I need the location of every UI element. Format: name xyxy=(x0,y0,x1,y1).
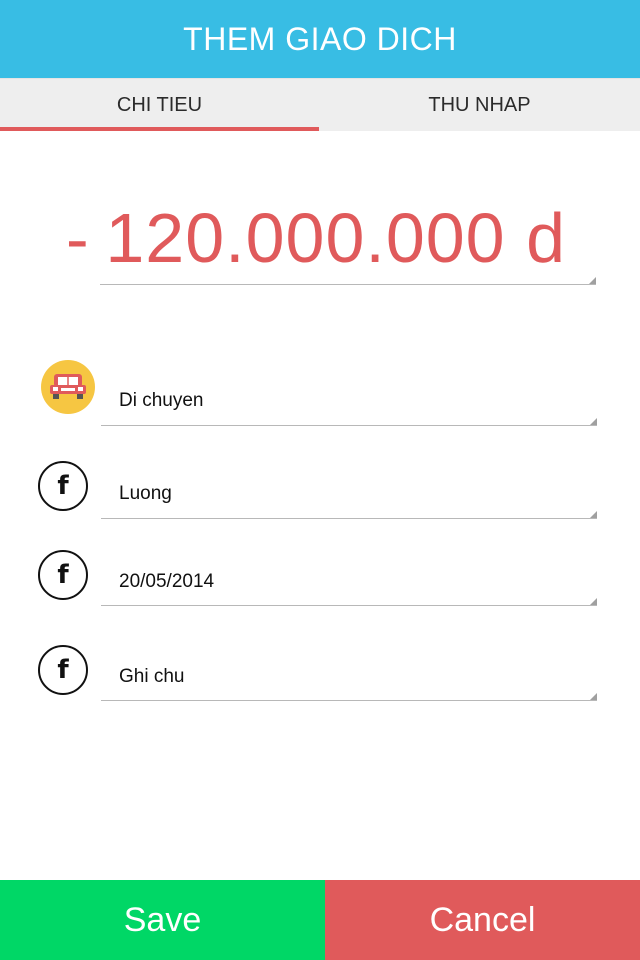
action-bar: Save Cancel xyxy=(0,880,640,960)
date-value: 20/05/2014 xyxy=(119,571,215,592)
field-corner-icon xyxy=(590,511,597,518)
tab-chi-tieu[interactable]: CHI TIEU xyxy=(0,79,319,131)
car-icon[interactable] xyxy=(41,360,95,414)
source-value: Luong xyxy=(119,483,172,504)
category-value: Di chuyen xyxy=(119,390,204,411)
active-tab-indicator xyxy=(0,127,319,131)
field-corner-icon xyxy=(590,598,597,605)
field-underline xyxy=(101,691,597,701)
field-underline xyxy=(101,416,597,426)
note-row: f Ghi chu xyxy=(38,645,598,705)
tab-label: CHI TIEU xyxy=(116,93,203,116)
note-field[interactable]: Ghi chu xyxy=(101,645,597,701)
category-field[interactable]: Di chuyen xyxy=(101,368,597,426)
amount-row: - 120.000.000 d xyxy=(60,190,600,290)
field-corner-icon xyxy=(590,693,597,700)
field-corner-icon xyxy=(589,277,596,284)
amount-underline xyxy=(100,275,596,285)
amount-sign: - xyxy=(66,201,89,277)
facebook-icon[interactable]: f xyxy=(38,550,88,600)
date-row: f 20/05/2014 xyxy=(38,550,598,610)
page-title: THEM GIAO DICH xyxy=(183,20,457,57)
cancel-button[interactable]: Cancel xyxy=(325,880,640,960)
amount-value: 120.000.000 d xyxy=(105,198,566,277)
tab-label: THU NHAP xyxy=(428,93,531,116)
facebook-icon[interactable]: f xyxy=(38,461,88,511)
tab-thu-nhap[interactable]: THU NHAP xyxy=(319,79,640,131)
facebook-icon[interactable]: f xyxy=(38,645,88,695)
amount-input[interactable]: 120.000.000 d xyxy=(100,190,596,285)
field-corner-icon xyxy=(590,418,597,425)
field-underline xyxy=(101,596,597,606)
save-button[interactable]: Save xyxy=(0,880,325,960)
date-field[interactable]: 20/05/2014 xyxy=(101,550,597,606)
note-value: Ghi chu xyxy=(119,666,185,687)
field-underline xyxy=(101,509,597,519)
source-field[interactable]: Luong xyxy=(101,461,597,519)
app-header: THEM GIAO DICH xyxy=(0,0,640,78)
tab-bar: CHI TIEU THU NHAP xyxy=(0,78,640,131)
source-row: f Luong xyxy=(38,461,598,521)
category-row: Di chuyen xyxy=(38,360,598,428)
